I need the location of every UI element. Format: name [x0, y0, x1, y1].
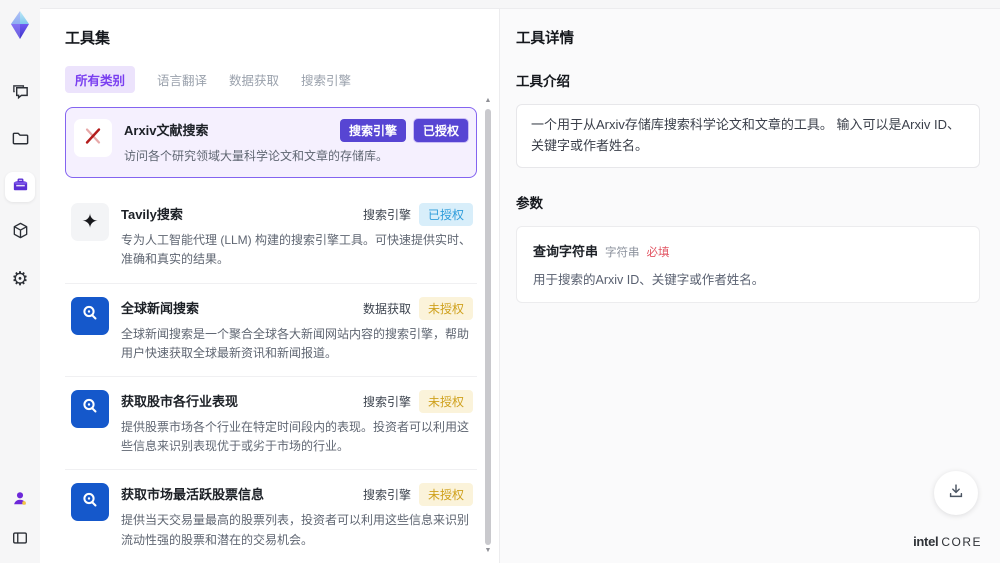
tool-status-badge: 已授权 — [413, 119, 468, 142]
tool-category-badge: 搜索引擎 — [362, 488, 411, 503]
tool-card[interactable]: Arxiv文献搜索 搜索引擎 已授权 访问各个研究领域大量科学论文和文章的存储库… — [65, 107, 477, 179]
core-brand-text: CORE — [941, 535, 982, 549]
app-logo-icon — [7, 10, 33, 40]
tool-icon — [71, 483, 109, 522]
panel-toggle-icon — [11, 529, 29, 552]
tool-description: 全球新闻搜索是一个聚合全球各大新闻网站内容的搜索引擎，帮助用户快速获取全球最新资… — [121, 326, 470, 360]
category-tab[interactable]: 数据获取 — [229, 66, 279, 93]
scroll-down-icon[interactable]: ▼ — [485, 547, 492, 557]
category-tab[interactable]: 所有类别 — [65, 66, 136, 93]
tool-card[interactable]: 全球新闻搜索 数据获取 未授权 全球新闻搜索是一个聚合全球各大新闻网站内容的搜索… — [65, 283, 477, 377]
intro-section-title: 工具介绍 — [516, 74, 570, 89]
details-title: 工具详情 — [516, 31, 574, 47]
tool-description: 访问各个研究领域大量科学论文和文章的存储库。 — [124, 149, 389, 163]
category-tab[interactable]: 语言翻译 — [157, 66, 207, 93]
tool-category-badge: 搜索引擎 — [362, 208, 411, 223]
tool-category-badge: 搜索引擎 — [362, 394, 411, 409]
tool-icon — [74, 119, 112, 157]
user-icon — [11, 489, 29, 512]
param-box: 查询字符串 字符串 必填 用于搜索的Arxiv ID、关键字或作者姓名。 — [516, 225, 980, 303]
folder-icon — [11, 129, 30, 153]
intel-core-logo: intel CORE — [913, 534, 982, 549]
cube-icon — [11, 221, 30, 245]
tool-list: Arxiv文献搜索 搜索引擎 已授权 访问各个研究领域大量科学论文和文章的存储库… — [65, 107, 477, 563]
sidebar-item-files[interactable] — [5, 126, 35, 156]
sidebar-item-collapse[interactable] — [5, 525, 35, 555]
tool-name: Arxiv文献搜索 — [124, 123, 209, 138]
icon-rail: ⚙ — [0, 0, 40, 563]
scrollbar-thumb[interactable] — [485, 109, 491, 545]
sparkle-icon: ✦ — [81, 211, 99, 234]
category-tab[interactable]: 搜索引擎 — [301, 66, 351, 93]
tool-icon — [71, 389, 109, 428]
blue-search-icon — [79, 489, 101, 516]
tool-card[interactable]: ✦ Tavily搜索 搜索引擎 已授权 专为人工智能代理 (LLM) 构建的搜索… — [65, 190, 477, 284]
tool-name: Tavily搜索 — [121, 207, 183, 223]
category-tabs: 所有类别 语言翻译 数据获取 搜索引擎 — [65, 66, 477, 93]
scroll-up-icon[interactable]: ▲ — [485, 97, 492, 107]
tool-status-badge: 未授权 — [418, 296, 473, 320]
blue-search-icon — [79, 302, 101, 329]
sidebar-item-models[interactable] — [5, 218, 35, 248]
toolbox-icon — [11, 175, 30, 199]
tool-details-panel: 工具详情 工具介绍 一个用于从Arxiv存储库搜索科学论文和文章的工具。 输入可… — [500, 8, 1000, 563]
tool-name: 全球新闻搜索 — [121, 300, 200, 316]
param-required-badge: 必填 — [646, 246, 670, 259]
chat-icon — [11, 83, 30, 107]
params-section-title: 参数 — [516, 195, 543, 211]
sidebar-item-toolset[interactable] — [5, 172, 35, 202]
app-window: ⚙ 工具集 所有类别 语言翻译 数据获取 搜索引擎 Arxiv文献搜索 搜索引擎… — [0, 0, 1000, 563]
tool-status-badge: 未授权 — [418, 483, 473, 507]
arxiv-icon — [82, 125, 104, 152]
tool-name: 获取市场最活跃股票信息 — [121, 487, 265, 503]
tool-icon — [71, 296, 109, 335]
download-button[interactable] — [934, 471, 978, 515]
list-scrollbar[interactable]: ▲ ▼ — [484, 97, 492, 557]
sidebar-item-chat[interactable] — [5, 80, 35, 110]
sidebar-item-account[interactable] — [5, 485, 35, 515]
param-name: 查询字符串 — [533, 243, 599, 259]
settings-icon: ⚙ — [11, 268, 29, 290]
sidebar-item-settings[interactable]: ⚙ — [5, 264, 35, 294]
tool-category-badge: 数据获取 — [362, 301, 411, 316]
toolset-panel: 工具集 所有类别 语言翻译 数据获取 搜索引擎 Arxiv文献搜索 搜索引擎 已… — [40, 8, 500, 563]
tool-description: 提供当天交易量最高的股票列表，投资者可以利用这些信息来识别流动性强的股票和潜在的… — [121, 513, 470, 547]
tool-status-badge: 已授权 — [418, 203, 473, 227]
page-title: 工具集 — [65, 30, 111, 47]
blue-search-icon — [79, 395, 101, 422]
tool-name: 获取股市各行业表现 — [121, 393, 239, 409]
param-description: 用于搜索的Arxiv ID、关键字或作者姓名。 — [533, 272, 765, 287]
tool-category-badge: 搜索引擎 — [339, 119, 406, 142]
param-type: 字符串 — [605, 246, 640, 259]
download-icon — [947, 482, 965, 505]
tool-description: 提供股票市场各个行业在特定时间段内的表现。投资者可以利用这些信息来识别表现优于或… — [121, 419, 470, 454]
intel-brand-text: intel — [913, 534, 939, 549]
tool-description: 专为人工智能代理 (LLM) 构建的搜索引擎工具。可快速提供实时、准确和真实的结… — [121, 233, 472, 267]
tool-icon: ✦ — [71, 203, 109, 242]
tool-card[interactable]: 获取市场最活跃股票信息 搜索引擎 未授权 提供当天交易量最高的股票列表，投资者可… — [65, 470, 477, 563]
tool-intro-box: 一个用于从Arxiv存储库搜索科学论文和文章的工具。 输入可以是Arxiv ID… — [516, 104, 980, 168]
tool-card[interactable]: 获取股市各行业表现 搜索引擎 未授权 提供股票市场各个行业在特定时间段内的表现。… — [65, 376, 477, 471]
tool-status-badge: 未授权 — [418, 389, 473, 413]
